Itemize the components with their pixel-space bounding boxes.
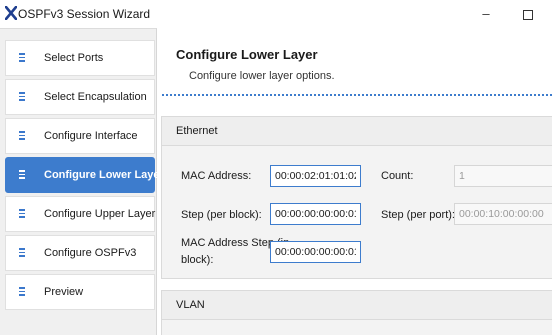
window-title: OSPFv3 Session Wizard (18, 7, 151, 21)
sidebar-item-label: Select Ports (44, 52, 104, 64)
sidebar-item-label: Configure Interface (44, 130, 138, 142)
page-title: Configure Lower Layer (176, 47, 318, 62)
mac-address-step-label-line2: block): (181, 254, 214, 266)
sidebar-item-preview[interactable]: Preview (5, 274, 155, 310)
sidebar-item-label: Preview (44, 286, 84, 298)
step-per-port-label: Step (per port): (381, 209, 455, 221)
step-per-port-input[interactable] (454, 203, 552, 225)
drag-handle-icon (19, 287, 25, 296)
vlan-section: VLAN (161, 290, 552, 335)
x-logo-icon (5, 6, 17, 20)
sidebar: Select Ports Select Encapsulation Config… (0, 28, 164, 335)
mac-address-input[interactable] (270, 165, 361, 187)
dotted-divider (162, 94, 552, 96)
title-bar: OSPFv3 Session Wizard – (0, 0, 552, 28)
sidebar-item-configure-interface[interactable]: Configure Interface (5, 118, 155, 154)
section-title: VLAN (176, 299, 205, 311)
page-subtitle: Configure lower layer options. (189, 70, 335, 82)
sidebar-item-configure-lower-layer[interactable]: Configure Lower Layer (5, 157, 164, 193)
ethernet-section: Ethernet MAC Address: Count: Step (per b… (161, 116, 552, 279)
maximize-button[interactable] (523, 10, 533, 20)
sidebar-item-label: Configure Lower Layer (44, 169, 164, 181)
step-per-block-input[interactable] (270, 203, 361, 225)
sidebar-item-label: Configure Upper Layer (44, 208, 156, 220)
vlan-section-header[interactable]: VLAN (162, 291, 552, 320)
count-input[interactable] (454, 165, 552, 187)
drag-handle-icon (19, 170, 25, 179)
minimize-button[interactable]: – (476, 4, 496, 24)
sidebar-item-label: Select Encapsulation (44, 91, 147, 103)
sidebar-item-configure-upper-layer[interactable]: Configure Upper Layer (5, 196, 155, 232)
drag-handle-icon (19, 53, 25, 62)
drag-handle-icon (19, 248, 25, 257)
drag-handle-icon (19, 209, 25, 218)
section-title: Ethernet (176, 125, 218, 137)
drag-handle-icon (19, 92, 25, 101)
step-per-block-label: Step (per block): (181, 209, 262, 221)
sidebar-item-configure-ospfv3[interactable]: Configure OSPFv3 (5, 235, 155, 271)
mac-address-step-input[interactable] (270, 241, 361, 263)
mac-address-label: MAC Address: (181, 170, 252, 182)
ethernet-section-header[interactable]: Ethernet (162, 117, 552, 146)
sidebar-item-select-encapsulation[interactable]: Select Encapsulation (5, 79, 155, 115)
count-label: Count: (381, 170, 414, 182)
drag-handle-icon (19, 131, 25, 140)
sidebar-item-select-ports[interactable]: Select Ports (5, 40, 155, 76)
sidebar-item-label: Configure OSPFv3 (44, 247, 137, 259)
